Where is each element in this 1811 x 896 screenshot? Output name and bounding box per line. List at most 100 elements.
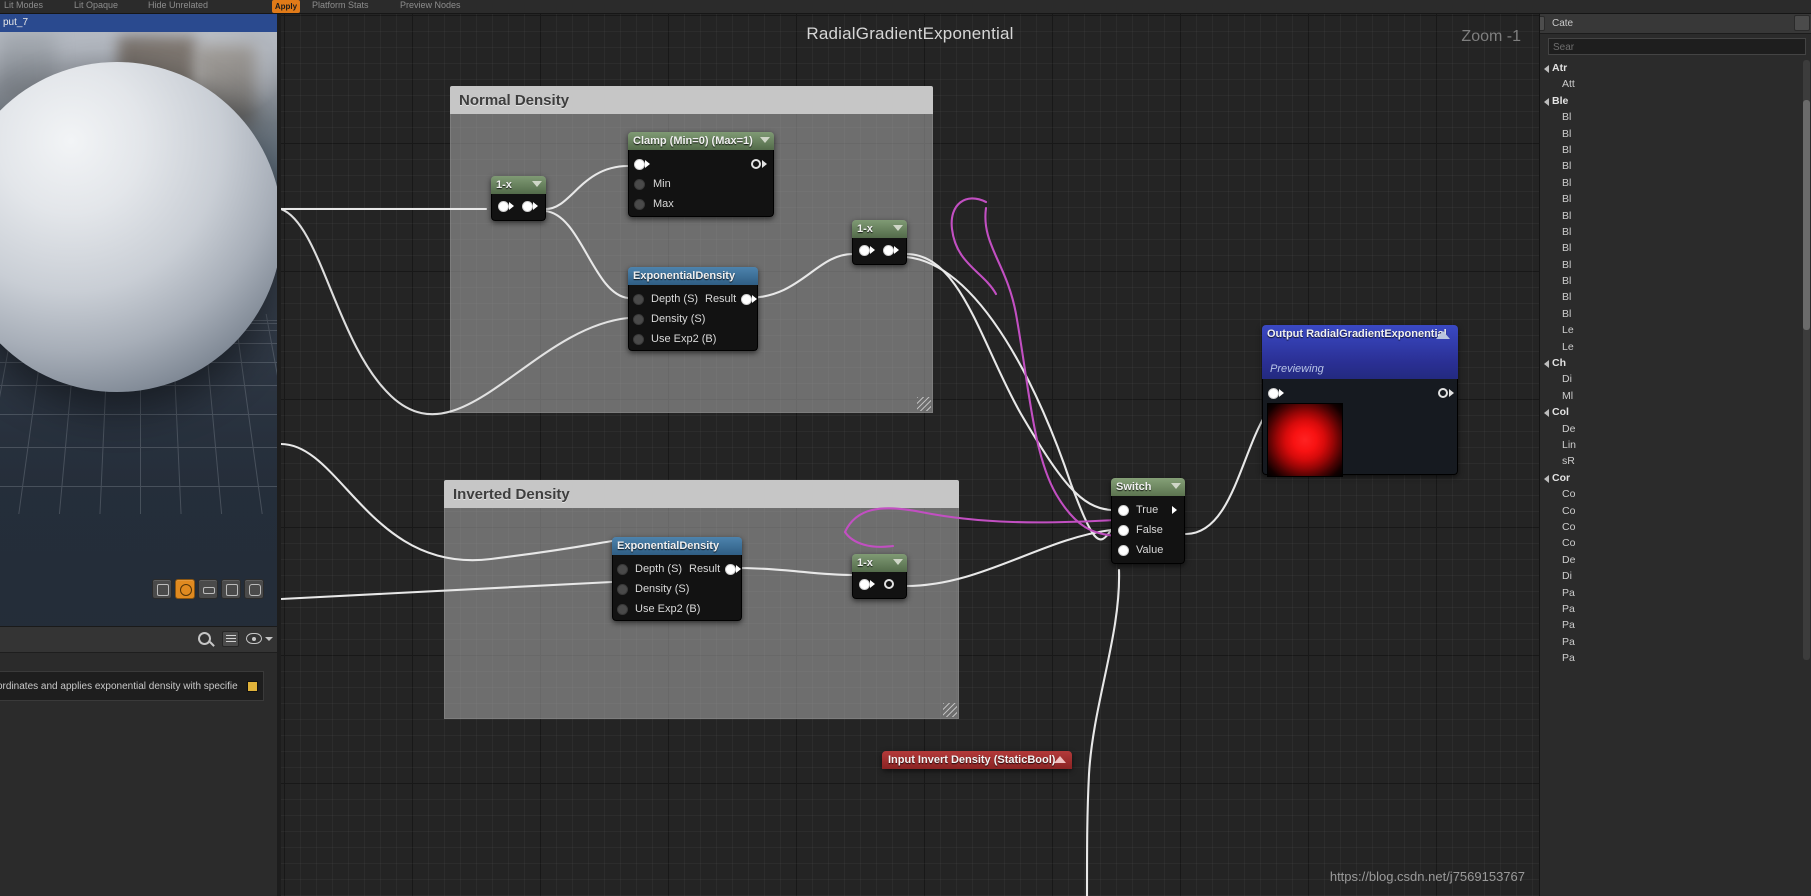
material-preview-thumbnail[interactable]	[1267, 403, 1343, 477]
chevron-down-icon[interactable]	[265, 637, 273, 641]
details-property-row[interactable]: Co	[1540, 503, 1811, 519]
clamp-max-pin[interactable]	[634, 199, 645, 210]
details-property-row[interactable]: De	[1540, 421, 1811, 437]
details-property-row[interactable]: De	[1540, 552, 1811, 568]
search-icon[interactable]	[198, 632, 211, 645]
details-property-row[interactable]: Bl	[1540, 257, 1811, 273]
cylinder-preview-button[interactable]	[152, 579, 172, 599]
expand-triangle-icon[interactable]	[1544, 97, 1549, 106]
details-property-row[interactable]: Pa	[1540, 617, 1811, 633]
chevron-down-icon[interactable]	[532, 181, 542, 187]
details-property-row[interactable]: Co	[1540, 519, 1811, 535]
custom-mesh-preview-button[interactable]	[244, 579, 264, 599]
details-menu-icon[interactable]	[1794, 15, 1810, 31]
details-property-row[interactable]: Bl	[1540, 126, 1811, 142]
plane-preview-button[interactable]	[198, 579, 218, 599]
details-property-row[interactable]: Bl	[1540, 142, 1811, 158]
material-preview-viewport[interactable]	[0, 14, 277, 626]
details-property-row[interactable]: Bl	[1540, 289, 1811, 305]
switch-true-pin[interactable]	[1118, 505, 1129, 516]
toolbar-hide-unrelated[interactable]: Hide Unrelated	[148, 0, 208, 10]
pin-icon[interactable]	[1540, 16, 1545, 31]
comment-header[interactable]: Normal Density	[450, 86, 933, 114]
details-category-row[interactable]: Ble	[1540, 93, 1811, 109]
details-property-row[interactable]: Bl	[1540, 109, 1811, 125]
node-output-pin[interactable]	[884, 579, 894, 589]
apply-button[interactable]: Apply	[272, 0, 300, 13]
node-input-pin[interactable]	[859, 579, 870, 590]
color-swatch[interactable]	[247, 681, 258, 692]
viewport-selection-bar[interactable]: put_7	[0, 14, 277, 32]
details-property-row[interactable]: Bl	[1540, 158, 1811, 174]
details-property-row[interactable]: Pa	[1540, 601, 1811, 617]
details-property-row[interactable]: Lin	[1540, 437, 1811, 453]
node-header[interactable]: ExponentialDensity	[628, 267, 758, 285]
details-property-row[interactable]: Bl	[1540, 175, 1811, 191]
node-header[interactable]: Switch	[1111, 478, 1185, 496]
toolbar-platform-stats[interactable]: Platform Stats	[312, 0, 369, 10]
switch-false-pin[interactable]	[1118, 525, 1129, 536]
details-search-input[interactable]: Sear	[1548, 38, 1806, 55]
node-exponential-density-1[interactable]: ExponentialDensity Depth (S) Result Dens…	[628, 267, 758, 351]
clamp-output-pin[interactable]	[751, 159, 761, 169]
expand-triangle-icon[interactable]	[1544, 474, 1549, 483]
toolbar-preview-nodes[interactable]: Preview Nodes	[400, 0, 461, 10]
details-property-row[interactable]: Co	[1540, 535, 1811, 551]
chevron-up-icon[interactable]	[1436, 331, 1450, 339]
density-input-pin[interactable]	[633, 314, 644, 325]
details-property-row[interactable]: Pa	[1540, 585, 1811, 601]
node-input-pin[interactable]	[859, 245, 870, 256]
use-exp2-input-pin[interactable]	[617, 604, 628, 615]
details-property-row[interactable]: Bl	[1540, 208, 1811, 224]
node-output-pin[interactable]	[522, 201, 533, 212]
details-property-row[interactable]: Di	[1540, 568, 1811, 584]
depth-input-pin[interactable]	[633, 294, 644, 305]
node-header[interactable]: 1-x	[491, 176, 546, 194]
scrollbar-thumb[interactable]	[1803, 100, 1810, 330]
toolbar-lit-modes[interactable]: Lit Modes	[4, 0, 43, 10]
details-category-row[interactable]: Col	[1540, 404, 1811, 420]
details-property-row[interactable]: Bl	[1540, 240, 1811, 256]
expand-triangle-icon[interactable]	[1544, 65, 1549, 73]
details-category-row[interactable]: Atr	[1540, 60, 1811, 76]
expand-triangle-icon[interactable]	[1544, 409, 1549, 418]
details-property-row[interactable]: Pa	[1540, 650, 1811, 666]
details-category-row[interactable]: Ch	[1540, 355, 1811, 371]
chevron-down-icon[interactable]	[893, 559, 903, 565]
chevron-down-icon[interactable]	[893, 225, 903, 231]
output-output-pin[interactable]	[1438, 388, 1448, 398]
material-graph-canvas[interactable]: RadialGradientExponential Zoom -1 Normal…	[281, 14, 1539, 896]
node-switch[interactable]: Switch True False Value	[1111, 478, 1185, 564]
details-property-row[interactable]: Bl	[1540, 273, 1811, 289]
comment-header[interactable]: Inverted Density	[444, 480, 959, 508]
details-property-row[interactable]: Le	[1540, 322, 1811, 338]
details-property-row[interactable]: Att	[1540, 76, 1811, 92]
depth-input-pin[interactable]	[617, 564, 628, 575]
output-input-pin[interactable]	[1268, 388, 1279, 399]
list-view-icon[interactable]	[222, 631, 239, 647]
node-output-pin[interactable]	[883, 245, 894, 256]
result-output-pin[interactable]	[725, 564, 736, 575]
node-clamp[interactable]: Clamp (Min=0) (Max=1) Min Max	[628, 132, 774, 217]
switch-value-pin[interactable]	[1118, 545, 1129, 556]
use-exp2-input-pin[interactable]	[633, 334, 644, 345]
node-one-minus-x-3[interactable]: 1-x	[852, 554, 907, 599]
density-input-pin[interactable]	[617, 584, 628, 595]
chevron-up-icon[interactable]	[1054, 756, 1066, 763]
toolbar-lit-opaque[interactable]: Lit Opaque	[74, 0, 118, 10]
node-header[interactable]: Clamp (Min=0) (Max=1)	[628, 132, 774, 150]
node-one-minus-x-1[interactable]: 1-x	[491, 176, 546, 221]
details-panel[interactable]: Cate Sear Atr Att Ble Bl Bl Bl Bl Bl Bl Bl Bl Bl Bl B…	[1539, 14, 1811, 896]
details-property-row[interactable]: Pa	[1540, 634, 1811, 650]
details-category-row[interactable]: Cor	[1540, 470, 1811, 486]
details-property-row[interactable]: Bl	[1540, 191, 1811, 207]
details-property-row[interactable]: sR	[1540, 453, 1811, 469]
details-property-row[interactable]: Di	[1540, 371, 1811, 387]
chevron-down-icon[interactable]	[760, 137, 770, 143]
clamp-min-pin[interactable]	[634, 179, 645, 190]
cube-preview-button[interactable]	[221, 579, 241, 599]
details-property-row[interactable]: Le	[1540, 339, 1811, 355]
node-output-radial-gradient-exponential[interactable]: Output RadialGradientExponential Preview…	[1262, 325, 1458, 477]
node-one-minus-x-2[interactable]: 1-x	[852, 220, 907, 265]
eye-icon[interactable]	[246, 633, 262, 644]
